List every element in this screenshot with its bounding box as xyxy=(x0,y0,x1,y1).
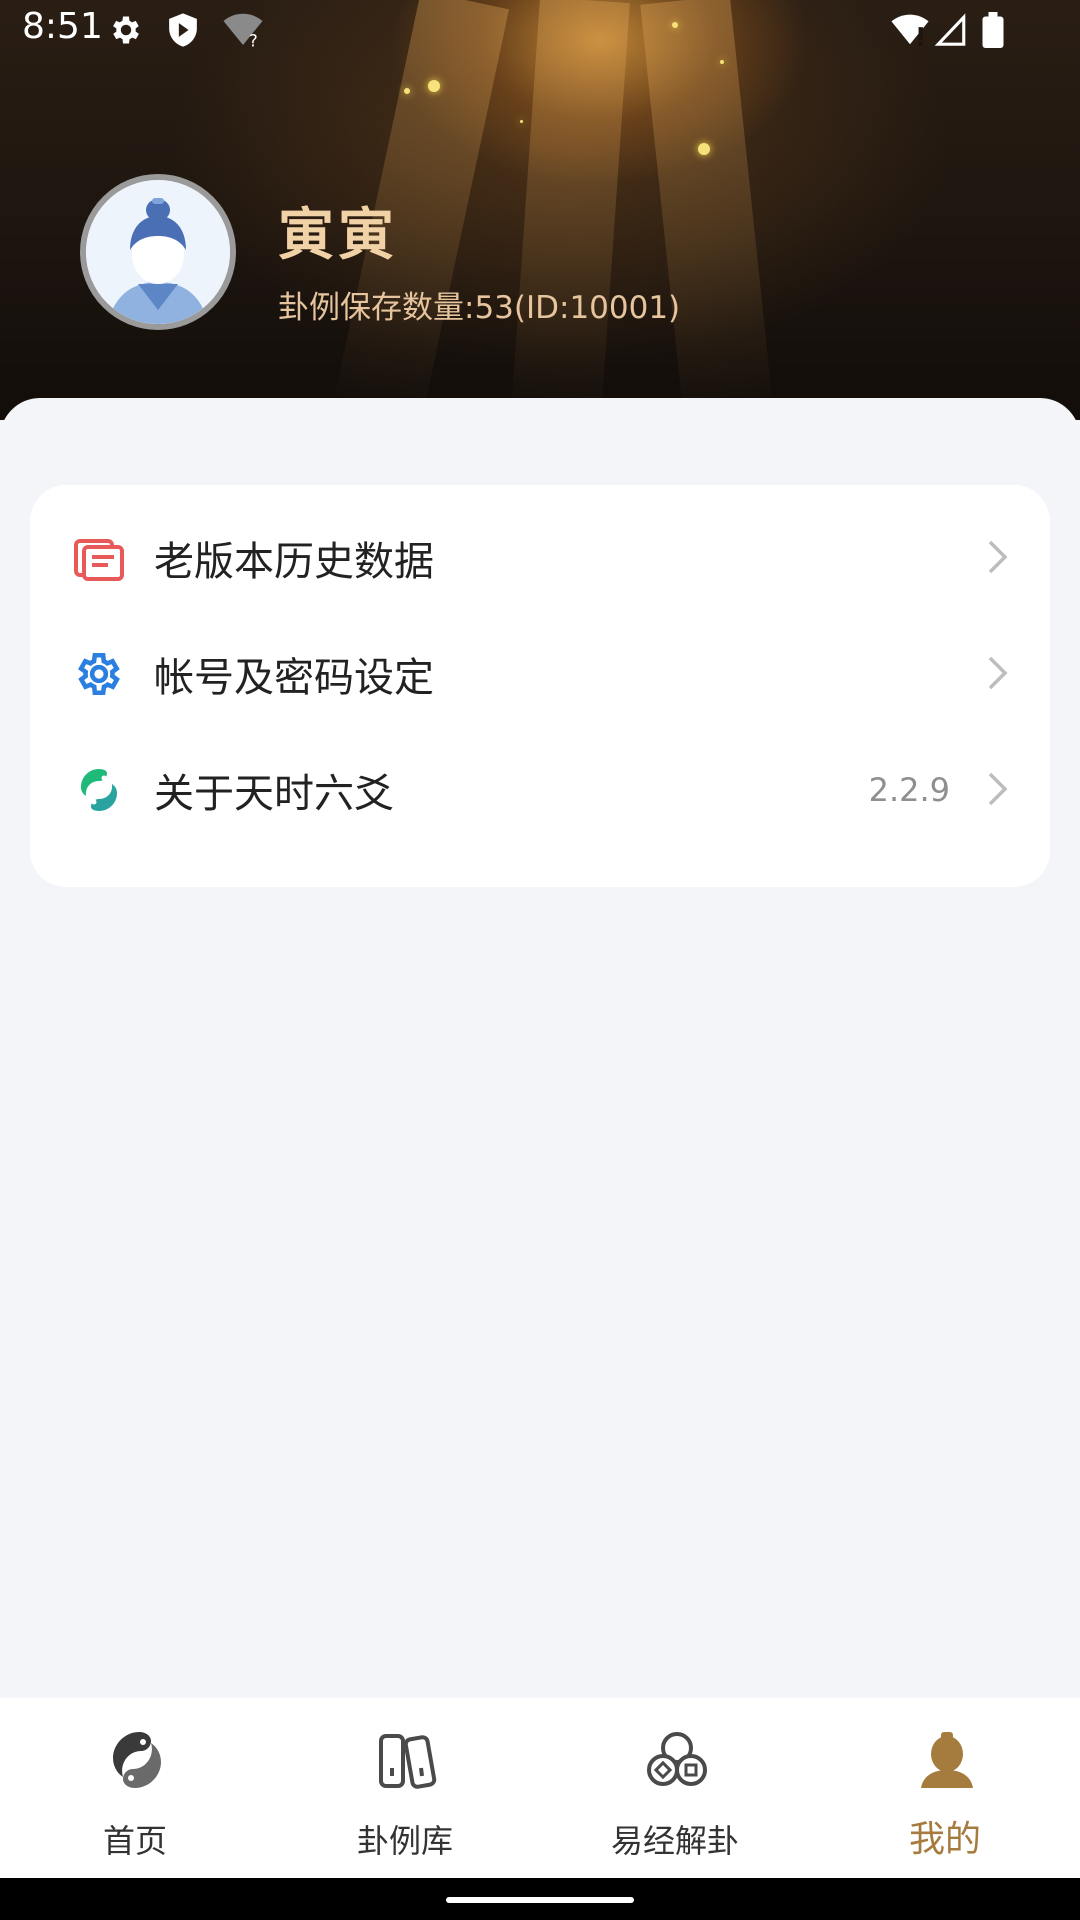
settings-card: 老版本历史数据 帐号及密码设定 关于天时六爻 2.2.9 xyxy=(30,485,1050,887)
gear-icon xyxy=(78,652,120,696)
nav-tab-home[interactable]: 首页 xyxy=(0,1698,270,1878)
status-bar: 8:51 ? xyxy=(0,0,1080,62)
nav-tab-mine[interactable]: 我的 xyxy=(810,1698,1080,1878)
nav-tab-label: 卦例库 xyxy=(356,1822,453,1860)
nav-tab-case-library[interactable]: 卦例库 xyxy=(270,1698,540,1878)
sparkle xyxy=(404,88,410,94)
system-gesture-bar xyxy=(0,1878,1080,1920)
signal-icon xyxy=(934,13,966,46)
wifi-icon xyxy=(891,14,929,46)
home-taiji-icon xyxy=(113,1732,161,1788)
chevron-right-icon xyxy=(988,772,1008,806)
menu-item-label: 帐号及密码设定 xyxy=(154,655,434,701)
home-gesture-handle[interactable] xyxy=(446,1897,634,1903)
menu-item-account-settings[interactable]: 帐号及密码设定 xyxy=(30,615,1050,731)
menu-item-legacy-history[interactable]: 老版本历史数据 xyxy=(30,499,1050,615)
books-icon xyxy=(379,1734,437,1789)
app-logo-icon xyxy=(81,769,117,811)
sparkle xyxy=(520,120,523,123)
app-version: 2.2.9 xyxy=(868,771,950,809)
avatar[interactable] xyxy=(80,174,236,330)
profile-icon xyxy=(921,1732,973,1788)
shield-icon xyxy=(169,13,197,47)
menu-item-about[interactable]: 关于天时六爻 2.2.9 xyxy=(30,731,1050,847)
avatar-scholar-icon xyxy=(86,180,230,324)
settings-icon xyxy=(113,16,139,44)
history-data-icon xyxy=(74,539,124,581)
light-ray xyxy=(640,0,774,423)
nav-tab-iching[interactable]: 易经解卦 xyxy=(540,1698,810,1878)
bottom-navigation: 首页 卦例库 易经解卦 我的 xyxy=(0,1698,1080,1878)
sparkle xyxy=(698,143,710,155)
menu-item-label: 老版本历史数据 xyxy=(154,539,434,585)
svg-text:?: ? xyxy=(249,32,258,49)
battery-icon xyxy=(982,12,1004,48)
coins-icon xyxy=(647,1732,707,1786)
chevron-right-icon xyxy=(988,540,1008,574)
wifi-unknown-icon: ? xyxy=(223,13,263,49)
menu-item-label: 关于天时六爻 xyxy=(154,771,394,817)
light-ray xyxy=(510,0,630,423)
nav-tab-label: 我的 xyxy=(908,1819,981,1860)
status-time: 8:51 xyxy=(22,6,103,47)
sparkle xyxy=(428,80,440,92)
saved-case-count: 卦例保存数量:53(ID:10001) xyxy=(278,290,681,326)
nav-tab-label: 易经解卦 xyxy=(610,1822,739,1860)
nav-tab-label: 首页 xyxy=(102,1822,167,1860)
chevron-right-icon xyxy=(988,656,1008,690)
username: 寅寅 xyxy=(278,203,398,268)
